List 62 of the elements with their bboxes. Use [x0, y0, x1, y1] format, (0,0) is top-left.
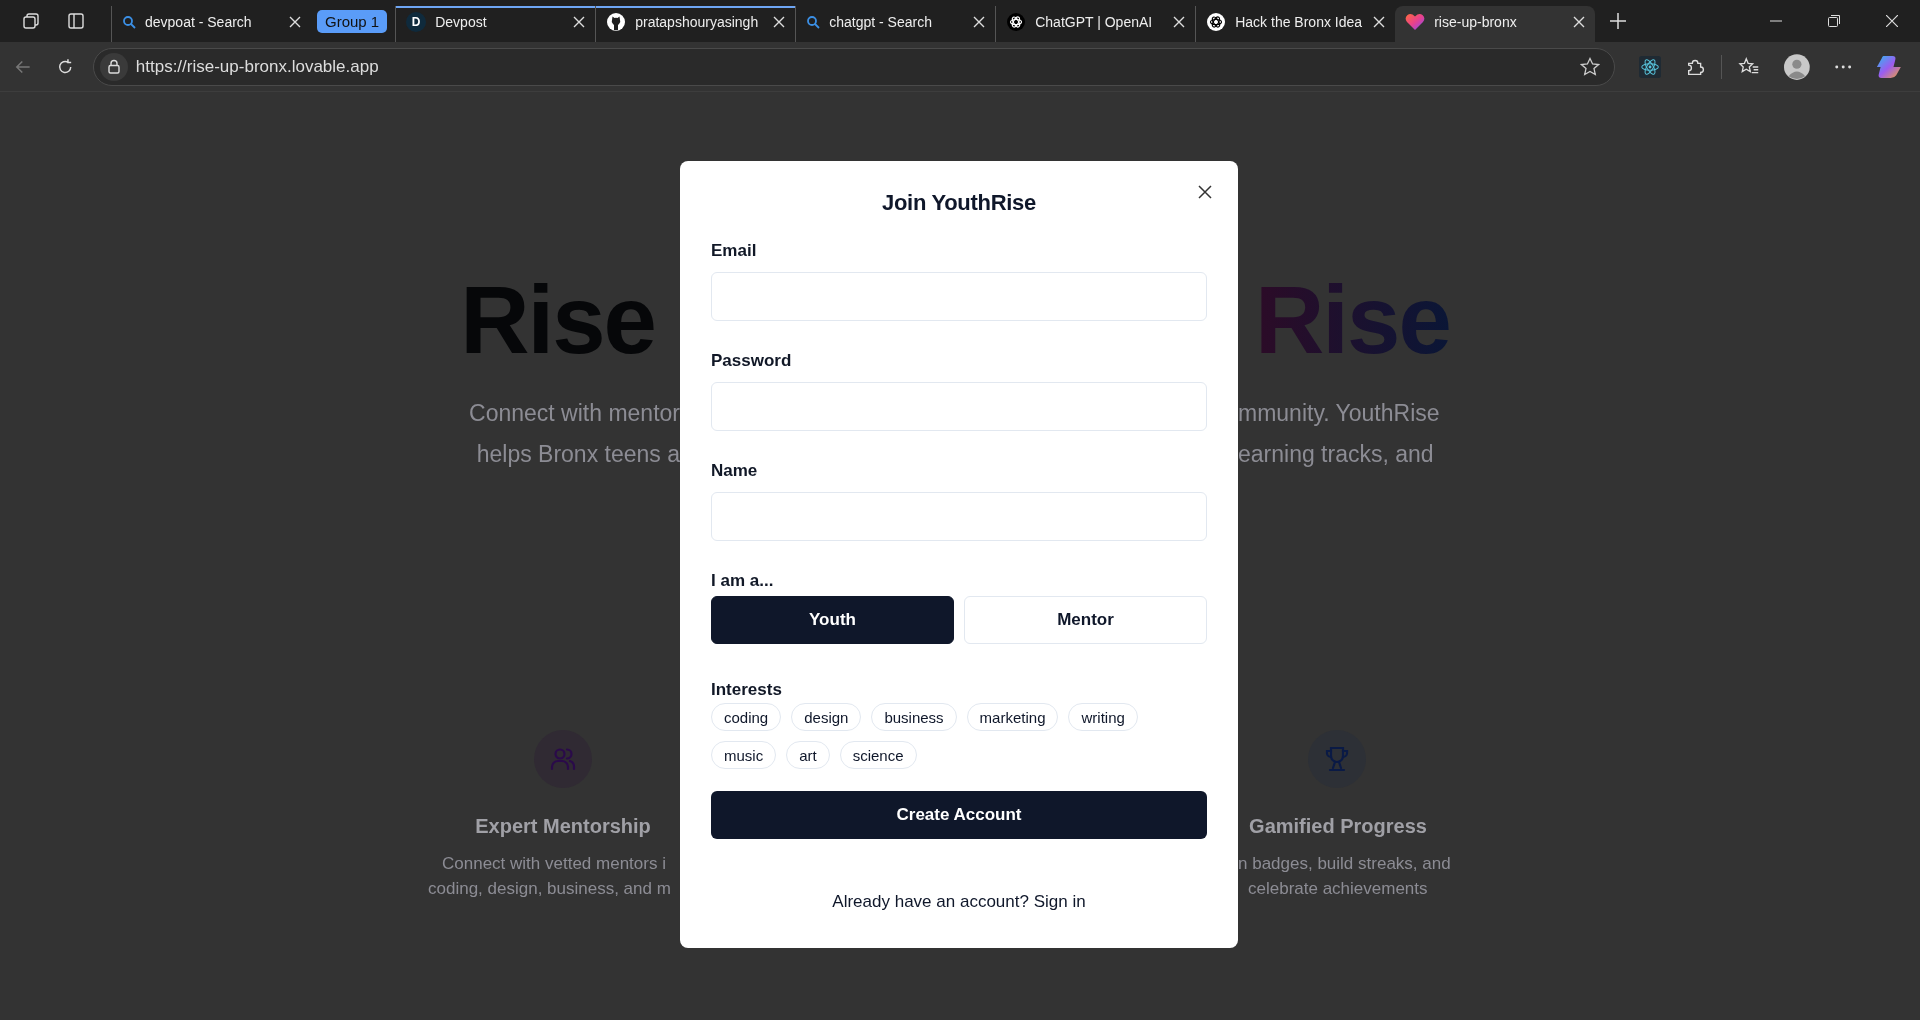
tab-group-chip[interactable]: Group 1: [317, 9, 388, 33]
interest-chip[interactable]: marketing: [966, 703, 1059, 731]
close-icon[interactable]: [1198, 185, 1212, 199]
dialog-title: Join YouthRise: [881, 189, 1037, 217]
tab-title: devpoat - Search: [145, 14, 253, 30]
field-label: Password: [711, 351, 793, 371]
trophy-icon: [1323, 745, 1351, 773]
interest-chip[interactable]: writing: [1068, 703, 1138, 731]
input-field[interactable]: [711, 272, 1207, 321]
search-icon: [122, 15, 136, 29]
sidebar-icon[interactable]: [66, 11, 86, 31]
url-text: https://rise-up-bronx.lovable.app: [135, 56, 380, 77]
feature-text: Connect with vetted mentors i: [441, 853, 667, 875]
field-label: Name: [711, 461, 759, 481]
input-field[interactable]: [711, 382, 1207, 431]
tab-title: Devpost: [435, 14, 488, 30]
tab-title: Hack the Bronx Idea: [1235, 14, 1364, 30]
restore-icon[interactable]: [1828, 15, 1840, 27]
knot-logo-icon: [1206, 12, 1227, 32]
feature-title: Expert Mentorship: [474, 814, 652, 839]
input-field[interactable]: [711, 492, 1207, 541]
people-icon: [549, 745, 577, 773]
atom-icon[interactable]: [1638, 54, 1661, 79]
tab-title: pratapshouryasingh: [635, 14, 760, 30]
field-label: Interests: [711, 680, 783, 700]
knot-logo-icon: [1006, 12, 1027, 32]
lock-icon: [99, 52, 128, 81]
tab-title: ChatGPT | OpenAI: [1035, 14, 1154, 30]
hero-text: Connect with mentor: [469, 399, 680, 428]
role-option[interactable]: Mentor: [964, 596, 1207, 644]
create-account-button[interactable]: Create Account: [711, 791, 1207, 839]
avatar-icon[interactable]: [1784, 52, 1810, 81]
field-label: I am a...: [711, 571, 775, 591]
cat-logo-icon: [606, 12, 627, 32]
hero-text: helps Bronx teens a: [476, 440, 680, 469]
sign-in-link[interactable]: Already have an account? Sign in: [832, 892, 1086, 912]
heart-logo-icon: [1405, 13, 1426, 31]
star-icon[interactable]: [1579, 56, 1600, 77]
field-label: Email: [711, 241, 758, 261]
feature-text: coding, design, business, and m: [428, 878, 672, 900]
more-icon[interactable]: [1833, 63, 1853, 70]
browser-tab[interactable]: rise-up-bronx: [1395, 6, 1596, 42]
interest-chip[interactable]: coding: [711, 703, 782, 731]
workspaces-icon[interactable]: [21, 11, 41, 31]
interest-chip[interactable]: art: [786, 741, 830, 769]
tab-title: rise-up-bronx: [1434, 14, 1518, 30]
site-logo: D: [406, 12, 427, 32]
feature-text: n badges, build streaks, and: [1238, 853, 1452, 875]
interest-chip[interactable]: science: [839, 741, 917, 769]
interest-chip[interactable]: business: [871, 703, 957, 731]
search-icon: [806, 15, 821, 29]
feature-title: Gamified Progress: [1248, 814, 1428, 839]
copilot-icon[interactable]: [1876, 53, 1902, 80]
address-bar[interactable]: https://rise-up-bronx.lovable.app: [92, 47, 1615, 86]
tab-title: chatgpt - Search: [829, 14, 933, 30]
hero-text: mmunity. YouthRise: [1238, 399, 1441, 428]
new-tab-icon[interactable]: [1609, 12, 1628, 30]
interest-chip[interactable]: design: [791, 703, 862, 731]
interest-chip[interactable]: music: [711, 741, 777, 769]
role-option[interactable]: Youth: [711, 596, 954, 644]
hero-text: earning tracks, and: [1238, 440, 1435, 469]
feature-text: celebrate achievements: [1247, 878, 1429, 900]
